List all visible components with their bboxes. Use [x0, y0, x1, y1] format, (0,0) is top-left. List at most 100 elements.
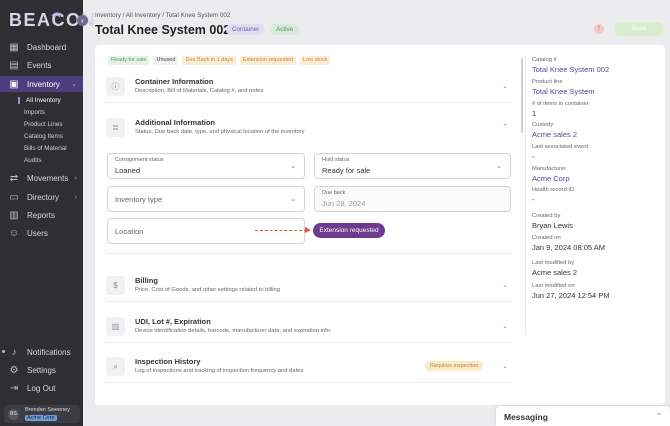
custody-label: Custody: [532, 122, 554, 128]
section-title: Container Information: [135, 77, 214, 86]
chevron-left-icon[interactable]: ‹: [77, 15, 88, 26]
chevron-down-icon: ⌄: [290, 196, 296, 203]
page-title: Total Knee System 002: [95, 23, 231, 37]
due-back-field: Due back Jun 28, 2024: [314, 186, 511, 212]
sidebar: BEACON ‹ ▦ Dashboard ▤ Events ▣ Inventor…: [0, 0, 95, 426]
sidebar-subitem-all-inventory[interactable]: All Inventory: [18, 97, 61, 104]
health-record-value: -: [532, 195, 535, 204]
created-by-label: Created by: [532, 213, 561, 219]
sidebar-item-users[interactable]: ☺ Users: [0, 225, 83, 241]
extension-requested-button[interactable]: Extension requested: [313, 223, 385, 238]
manufacturer-label: Manufacturer: [532, 166, 567, 172]
chevron-down-icon[interactable]: ⌄: [502, 322, 508, 330]
scrollbar[interactable]: [521, 58, 523, 133]
section-title: Inspection History: [135, 357, 201, 366]
section-inspection-history[interactable]: ⌕ Inspection History Log of inspections …: [106, 353, 512, 383]
calendar-icon: ▤: [9, 59, 19, 71]
sidebar-item-reports[interactable]: ▥ Reports: [0, 207, 83, 223]
field-placeholder: Location: [115, 227, 144, 236]
catalog-link[interactable]: Total Knee System 002: [532, 65, 609, 74]
field-label: Hold status: [322, 157, 350, 163]
chevron-down-icon[interactable]: ⌄: [502, 82, 508, 90]
modified-by-value: Acme sales 2: [532, 268, 578, 277]
custody-link[interactable]: Acme sales 2: [532, 130, 577, 139]
sidebar-subitem-bills-of-material[interactable]: Bills of Material: [24, 145, 67, 152]
items-label: # of items in container: [532, 101, 589, 107]
divider: [106, 253, 512, 254]
section-description: Status, Due back date, type, and physica…: [135, 129, 305, 135]
section-additional-information[interactable]: ≣ Additional Information Status, Due bac…: [106, 114, 512, 144]
hold-status-select[interactable]: Hold status Ready for sale ⌄: [314, 153, 511, 179]
sidebar-item-inventory[interactable]: ▣ Inventory ⌄: [0, 76, 83, 92]
sidebar-item-movements[interactable]: ⇄ Movements ›: [0, 170, 83, 186]
chevron-up-icon[interactable]: ⌃: [656, 412, 662, 420]
health-record-label: Health record ID: [532, 187, 575, 193]
annotation-arrow: [255, 230, 307, 231]
sidebar-item-directory[interactable]: ▭ Directory ›: [0, 189, 83, 205]
sidebar-item-dashboard[interactable]: ▦ Dashboard: [0, 39, 83, 55]
inventory-type-select[interactable]: Inventory type ⌄: [107, 186, 305, 212]
sidebar-item-settings[interactable]: ⚙ Settings: [0, 362, 83, 378]
save-button[interactable]: Save: [614, 22, 664, 36]
sidebar-item-label: Notifications: [27, 347, 71, 357]
arrows-icon: ⇄: [9, 172, 19, 184]
sidebar-item-logout[interactable]: ⇥ Log Out: [0, 380, 83, 396]
requires-inspection-badge: Requires inspection: [425, 361, 484, 371]
barcode-icon: ▥: [106, 317, 125, 336]
type-badge: Container: [226, 24, 266, 35]
chevron-right-icon: ›: [74, 174, 77, 182]
sidebar-subitem-imports[interactable]: Imports: [24, 109, 45, 116]
field-value: Loaned: [115, 166, 141, 175]
product-line-label: Product line: [532, 79, 563, 85]
last-event-label: Last associated event: [532, 144, 589, 150]
product-line-link[interactable]: Total Knee System: [532, 87, 595, 96]
alert-icon[interactable]: !: [594, 24, 604, 34]
tag-unused: Unused: [153, 56, 179, 65]
section-description: Log of inspections and tracking of inspe…: [135, 368, 304, 374]
section-container-information[interactable]: ⓘ Container Information Description, Bil…: [106, 73, 512, 103]
sidebar-item-label: Settings: [27, 365, 56, 375]
section-udi[interactable]: ▥ UDI, Lot #, Expiration Device identifi…: [106, 313, 512, 343]
users-icon: ☺: [8, 227, 20, 239]
avatar: BS: [8, 409, 19, 420]
modified-by-label: Last modified by: [532, 260, 575, 266]
sidebar-subitem-catalog-items[interactable]: Catalog Items: [24, 133, 63, 140]
search-icon: ⌕: [106, 357, 125, 376]
info-icon: ⓘ: [106, 77, 125, 96]
section-description: Device identification details, barcode, …: [135, 328, 330, 334]
manufacturer-link[interactable]: Acme Corp: [532, 174, 570, 183]
sidebar-item-events[interactable]: ▤ Events: [0, 57, 83, 73]
breadcrumb[interactable]: Inventory / All Inventory / Total Knee S…: [95, 12, 230, 19]
field-placeholder: Inventory type: [115, 195, 163, 204]
panel-divider: [525, 57, 526, 335]
arrow-head-icon: [305, 227, 311, 233]
bell-icon: ♪: [11, 346, 17, 358]
catalog-label: Catalog #: [532, 57, 557, 63]
user-name: Brendan Sweeney: [25, 407, 70, 413]
status-tags: Ready for sale Unused Due Back in 1 days…: [108, 56, 331, 65]
chevron-down-icon[interactable]: ⌄: [502, 362, 508, 370]
sidebar-subitem-product-lines[interactable]: Product Lines: [24, 121, 63, 128]
section-billing[interactable]: $ Billing Price, Cost of Goods, and othe…: [106, 272, 512, 302]
sidebar-item-notifications[interactable]: ♪ Notifications: [0, 344, 83, 360]
location-input[interactable]: Location: [107, 218, 305, 244]
sidebar-subitem-audits[interactable]: Audits: [24, 157, 42, 164]
chevron-down-icon[interactable]: ⌄: [502, 281, 508, 289]
consignment-status-select[interactable]: Consignment status Loaned ⌄: [107, 153, 305, 179]
modified-on-value: Jun 27, 2024 12:54 PM: [532, 291, 610, 300]
messaging-panel[interactable]: Messaging ⌃: [496, 406, 670, 426]
items-value: 1: [532, 109, 537, 118]
sidebar-item-label: Movements: [27, 173, 69, 183]
created-on-value: Jan 9, 2024 08:05 AM: [532, 243, 605, 252]
sidebar-item-label: Directory: [27, 192, 60, 202]
chevron-down-icon: ⌄: [496, 163, 502, 170]
gear-icon: ⚙: [9, 364, 19, 376]
field-label: Due back: [322, 190, 346, 196]
last-event-value: -: [532, 152, 535, 161]
signal-waves-icon: [51, 12, 63, 18]
tag-low-stock: Low stock: [299, 56, 331, 65]
chevron-up-icon[interactable]: ⌃: [502, 123, 508, 131]
field-value: Jun 28, 2024: [322, 199, 366, 208]
field-value: Ready for sale: [322, 166, 371, 175]
user-profile[interactable]: BS Brendan Sweeney Acme Corp: [4, 405, 80, 423]
